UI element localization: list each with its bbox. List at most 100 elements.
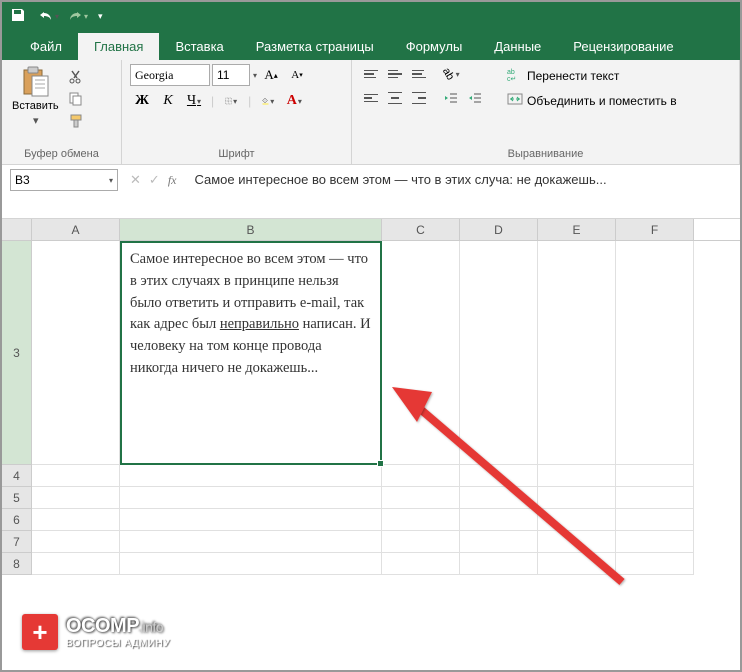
cell-E4[interactable]	[538, 465, 616, 487]
tab-review[interactable]: Рецензирование	[557, 33, 689, 60]
formula-bar[interactable]: Самое интересное во всем этом — что в эт…	[188, 169, 732, 191]
cell-D3[interactable]	[460, 241, 538, 465]
row-header-4[interactable]: 4	[2, 465, 32, 487]
cell-F5[interactable]	[616, 487, 694, 509]
font-color-button[interactable]: A▾	[282, 90, 306, 112]
cell-E3[interactable]	[538, 241, 616, 465]
fill-handle[interactable]	[377, 460, 384, 467]
cell-B3-content: Самое интересное во всем этом — что в эт…	[130, 251, 371, 376]
cell-A3[interactable]	[32, 241, 120, 465]
cell-F8[interactable]	[616, 553, 694, 575]
cell-A8[interactable]	[32, 553, 120, 575]
cell-A7[interactable]	[32, 531, 120, 553]
col-header-A[interactable]: A	[32, 219, 120, 240]
cell-C5[interactable]	[382, 487, 460, 509]
cell-D4[interactable]	[460, 465, 538, 487]
cell-E6[interactable]	[538, 509, 616, 531]
tab-home[interactable]: Главная	[78, 33, 159, 60]
cut-button[interactable]	[67, 68, 85, 86]
cell-C6[interactable]	[382, 509, 460, 531]
align-top-button[interactable]	[360, 64, 382, 84]
selected-cell-B3[interactable]: Самое интересное во всем этом — что в эт…	[120, 241, 382, 465]
row-header-5[interactable]: 5	[2, 487, 32, 509]
tab-file[interactable]: Файл	[14, 33, 78, 60]
merge-center-button[interactable]: Объединить и поместить в	[500, 89, 684, 112]
tab-formulas[interactable]: Формулы	[390, 33, 479, 60]
cell-E8[interactable]	[538, 553, 616, 575]
watermark-sub: ВОПРОСЫ АДМИНУ	[66, 638, 170, 649]
font-name-input[interactable]	[130, 64, 210, 86]
cell-C3[interactable]	[382, 241, 460, 465]
cell-A5[interactable]	[32, 487, 120, 509]
cell-B4[interactable]	[120, 465, 382, 487]
align-middle-button[interactable]	[384, 64, 406, 84]
paste-button[interactable]: Вставить ▾	[10, 64, 61, 129]
cell-D8[interactable]	[460, 553, 538, 575]
save-icon[interactable]	[10, 7, 26, 26]
cell-F3[interactable]	[616, 241, 694, 465]
col-header-E[interactable]: E	[538, 219, 616, 240]
decrease-indent-button[interactable]	[440, 88, 462, 108]
customize-qat-icon[interactable]: ▾	[98, 11, 103, 22]
watermark-suffix: .info	[139, 619, 163, 635]
fill-color-button[interactable]: ▾	[256, 90, 280, 112]
cell-C4[interactable]	[382, 465, 460, 487]
row-header-8[interactable]: 8	[2, 553, 32, 575]
col-header-B[interactable]: B	[120, 219, 382, 240]
wrap-text-button[interactable]: abc↵ Перенести текст	[500, 64, 684, 87]
underline-button[interactable]: Ч▾	[182, 90, 206, 112]
row-header-7[interactable]: 7	[2, 531, 32, 553]
cell-F4[interactable]	[616, 465, 694, 487]
cell-A4[interactable]	[32, 465, 120, 487]
tab-layout[interactable]: Разметка страницы	[240, 33, 390, 60]
cell-B7[interactable]	[120, 531, 382, 553]
borders-button[interactable]: ▾	[219, 90, 243, 112]
select-all-corner[interactable]	[2, 219, 32, 240]
cell-D5[interactable]	[460, 487, 538, 509]
undo-button[interactable]: ▾	[38, 9, 59, 23]
cell-F7[interactable]	[616, 531, 694, 553]
wrap-text-label: Перенести текст	[527, 69, 619, 83]
watermark-badge-icon: +	[22, 614, 58, 650]
format-painter-button[interactable]	[67, 112, 85, 130]
col-header-D[interactable]: D	[460, 219, 538, 240]
orientation-button[interactable]: ab▾	[440, 64, 462, 84]
cell-D6[interactable]	[460, 509, 538, 531]
spreadsheet-grid: A B C D E F 3 4 5 6 7 8 Самое интересное…	[2, 219, 740, 575]
col-header-F[interactable]: F	[616, 219, 694, 240]
cell-F6[interactable]	[616, 509, 694, 531]
enter-formula-icon[interactable]: ✓	[149, 172, 160, 188]
align-bottom-button[interactable]	[408, 64, 430, 84]
align-left-button[interactable]	[360, 88, 382, 108]
cell-B5[interactable]	[120, 487, 382, 509]
col-header-C[interactable]: C	[382, 219, 460, 240]
fx-icon[interactable]: fx	[168, 173, 177, 188]
tab-insert[interactable]: Вставка	[159, 33, 239, 60]
paste-label: Вставить	[12, 100, 59, 112]
name-box[interactable]: B3 ▾	[10, 169, 118, 191]
cell-B6[interactable]	[120, 509, 382, 531]
cell-B8[interactable]	[120, 553, 382, 575]
formula-bar-row: B3 ▾ ✕ ✓ fx Самое интересное во всем это…	[2, 165, 740, 219]
copy-button[interactable]	[67, 90, 85, 108]
cell-D7[interactable]	[460, 531, 538, 553]
cancel-formula-icon[interactable]: ✕	[130, 172, 141, 188]
redo-button[interactable]: ▾	[67, 9, 88, 23]
align-center-button[interactable]	[384, 88, 406, 108]
increase-font-button[interactable]: A▴	[259, 64, 283, 86]
tab-data[interactable]: Данные	[478, 33, 557, 60]
bold-button[interactable]: Ж	[130, 90, 154, 112]
row-header-3[interactable]: 3	[2, 241, 32, 465]
cell-C8[interactable]	[382, 553, 460, 575]
cell-E5[interactable]	[538, 487, 616, 509]
cell-A6[interactable]	[32, 509, 120, 531]
cell-E7[interactable]	[538, 531, 616, 553]
row-header-6[interactable]: 6	[2, 509, 32, 531]
font-size-input[interactable]	[212, 64, 250, 86]
increase-indent-button[interactable]	[464, 88, 486, 108]
italic-button[interactable]: К	[156, 90, 180, 112]
decrease-font-button[interactable]: A▾	[285, 64, 309, 86]
cell-C7[interactable]	[382, 531, 460, 553]
align-right-button[interactable]	[408, 88, 430, 108]
clipboard-icon	[19, 66, 51, 98]
